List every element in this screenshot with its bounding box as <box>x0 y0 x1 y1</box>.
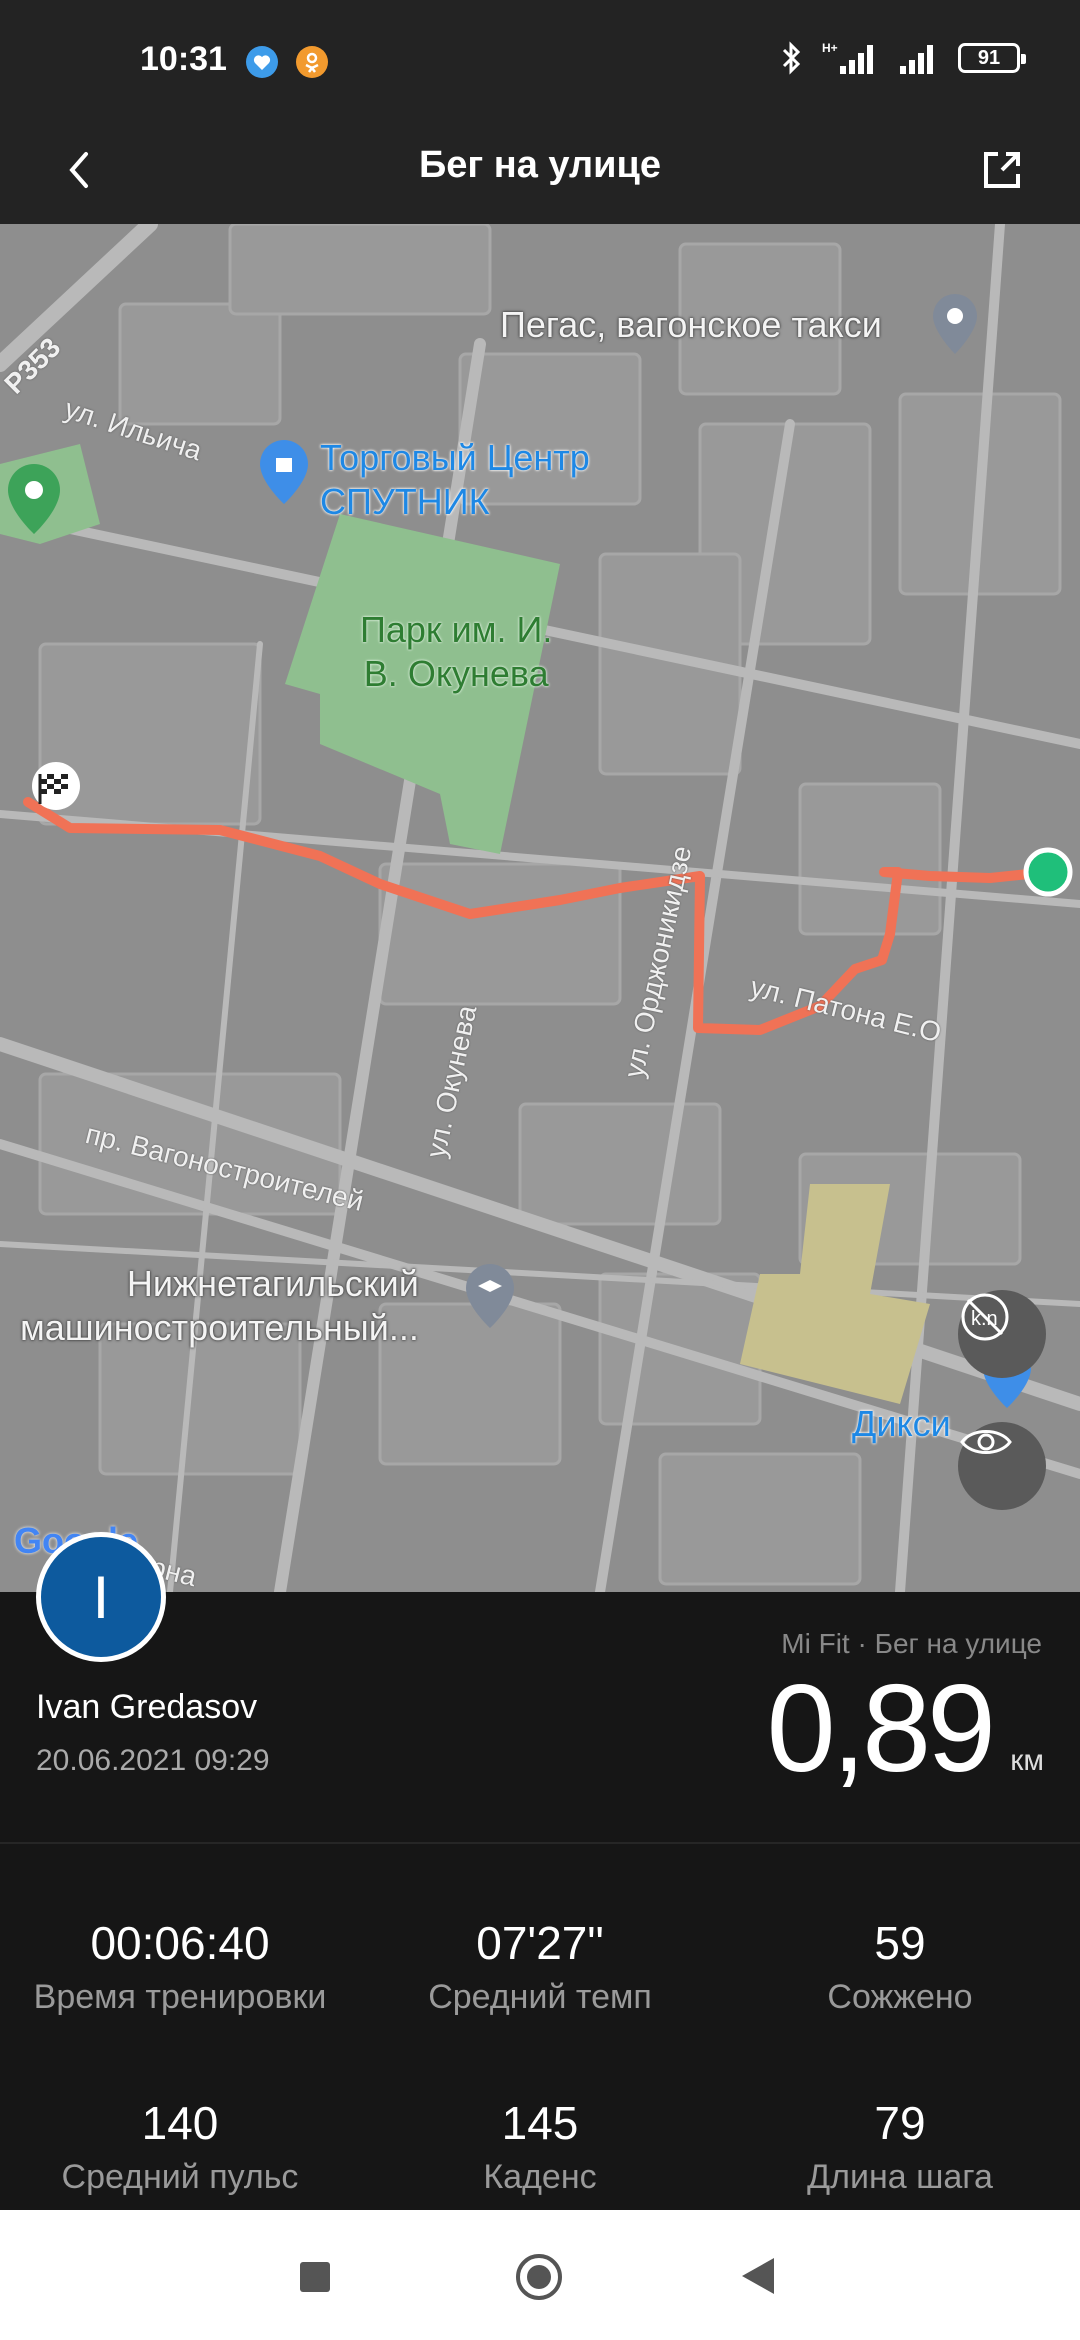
svg-text:H+: H+ <box>822 41 838 55</box>
battery-level: 91 <box>977 46 1001 69</box>
college-name-line1: Нижнетагильский <box>126 1263 419 1304</box>
stat-value: 79 <box>874 2097 926 2149</box>
stat-calories: 59 Сожжено <box>720 1916 1080 2017</box>
top-app-bar: Бег на улице <box>0 120 1080 224</box>
stat-label: Сожжено <box>827 1978 973 2016</box>
signal-icon: H+ <box>822 41 873 74</box>
stat-label: Средний пульс <box>61 2158 299 2196</box>
stat-value: 07'27" <box>476 1917 604 1969</box>
map-label-taxi: Пегас, вагонское такси <box>500 304 882 345</box>
map-label-shop: Дикси <box>852 1403 951 1444</box>
workout-datetime: 20.06.2021 09:29 <box>36 1744 270 1777</box>
stats-grid: 00:06:40 Время тренировки 07'27" Средний… <box>0 1844 1080 2210</box>
share-icon[interactable] <box>972 140 1032 200</box>
stat-value: 145 <box>501 2097 579 2149</box>
home-circle-icon[interactable] <box>516 2254 562 2300</box>
stat-label: Длина шага <box>807 2158 993 2196</box>
page-title: Бег на улице <box>418 144 662 186</box>
eye-icon <box>960 1430 1012 1454</box>
stat-label: Средний темп <box>428 1978 652 2016</box>
battery-icon: 91 <box>958 43 1026 73</box>
signal-icon <box>900 45 933 74</box>
stat-label: Каденс <box>483 2158 597 2196</box>
stat-value: 00:06:40 <box>90 1917 270 1969</box>
stat-stride-length: 79 Длина шага <box>720 2096 1080 2197</box>
map-label-mall: Торговый Центр СПУТНИК <box>320 436 590 524</box>
recents-square-icon[interactable] <box>300 2262 330 2292</box>
distance-unit: км <box>1010 1744 1044 1777</box>
status-bar: 10:31 H+ 91 <box>0 0 1080 120</box>
heart-app-icon <box>246 46 278 78</box>
status-icons: H+ 91 <box>780 40 1026 76</box>
km-markers-toggle-button[interactable]: k.n <box>958 1290 1046 1378</box>
stat-avg-pace: 07'27" Средний темп <box>360 1916 720 2017</box>
start-point-marker <box>1023 847 1073 897</box>
route-map[interactable]: Р353 ул. Ильича Пегас, вагонское такси Т… <box>0 224 1080 1592</box>
map-label-college: Нижнетагильский машиностроительный... <box>20 1262 419 1350</box>
ok-app-icon <box>296 46 328 78</box>
user-name: Ivan Gredasov <box>36 1688 258 1726</box>
workout-summary: I Ivan Gredasov 20.06.2021 09:29 Mi Fit … <box>0 1532 1080 1842</box>
park-name-line2: В. Окунева <box>363 653 549 694</box>
mall-name-line1: Торговый Центр <box>320 437 590 478</box>
system-nav-bar <box>0 2210 1080 2340</box>
shopping-bag-pin-icon <box>260 440 308 504</box>
stat-duration: 00:06:40 Время тренировки <box>0 1916 360 2017</box>
stat-cadence: 145 Каденс <box>360 2096 720 2197</box>
college-name-line2: машиностроительный... <box>20 1307 419 1348</box>
workout-source: Mi Fit · Бег на улице <box>781 1628 1042 1659</box>
distance-value: 0,89 <box>766 1660 996 1798</box>
km-markers-off-icon: k.n <box>961 1293 1009 1341</box>
status-clock: 10:31 <box>140 40 227 78</box>
stat-value: 59 <box>874 1917 926 1969</box>
taxi-location-pin-icon <box>933 294 977 354</box>
map-label-park: Парк им. И. В. Окунева <box>360 608 552 696</box>
mall-name-line2: СПУТНИК <box>320 481 490 522</box>
stat-value: 140 <box>141 2097 219 2149</box>
visibility-toggle-button[interactable] <box>958 1422 1046 1510</box>
finish-flag-icon <box>32 762 80 810</box>
stat-label: Время тренировки <box>33 1978 327 2016</box>
park-name-line1: Парк им. И. <box>360 609 553 650</box>
stat-avg-heart-rate: 140 Средний пульс <box>0 2096 360 2197</box>
bluetooth-icon <box>782 41 801 75</box>
back-triangle-icon[interactable] <box>742 2258 774 2294</box>
avatar[interactable]: I <box>36 1532 166 1662</box>
